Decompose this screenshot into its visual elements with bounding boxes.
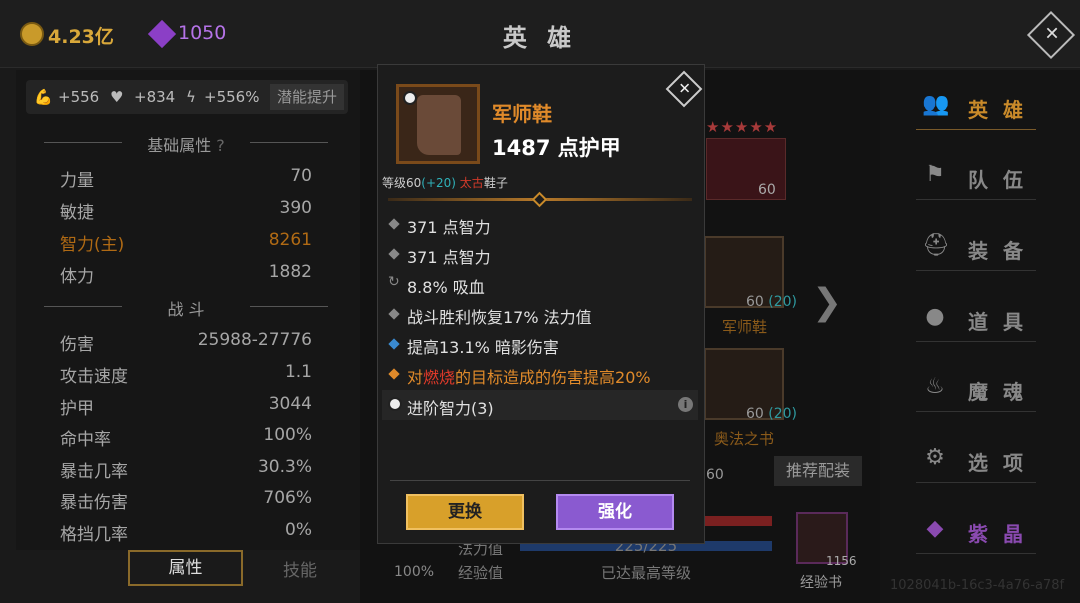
item-level-line: 等级60(+20) 太古鞋子: [382, 176, 508, 190]
stat-row: 力量 70: [60, 166, 312, 191]
help-icon[interactable]: ?: [216, 136, 225, 155]
item-main-stat: 1487 点护甲: [492, 136, 621, 160]
slot-name: 军师鞋: [722, 318, 768, 336]
advanced-attr-row[interactable]: 进阶智力(3) i: [382, 390, 698, 420]
recommend-gear-button[interactable]: 推荐配装: [774, 456, 862, 486]
health-boost: +834: [134, 88, 176, 106]
fire-icon: ♨: [925, 374, 945, 399]
exp-book-count: 1156: [826, 554, 857, 568]
exp-value: 已达最高等级: [600, 564, 691, 582]
slot-level: 60 (20): [746, 294, 798, 310]
stat-row: 命中率 100%: [60, 425, 312, 450]
item-attr-special: 对燃烧的目标造成的伤害提高20%: [388, 364, 698, 392]
item-icon: [396, 84, 480, 164]
exp-label: 经验值: [458, 564, 504, 582]
nav-items[interactable]: ● 道 具: [916, 294, 1036, 342]
lightning-icon: ϟ: [186, 88, 196, 106]
nav-soul[interactable]: ♨ 魔 魂: [916, 364, 1036, 412]
stat-row: 护甲 3044: [60, 394, 312, 419]
replace-button[interactable]: 更换: [406, 494, 524, 530]
item-attr-blue: 提高13.1% 暗影伤害: [388, 334, 698, 362]
tab-skills[interactable]: 技能: [270, 556, 330, 581]
basic-attributes-header: 基础属性 ?: [44, 132, 328, 156]
bag-icon: ●: [925, 304, 945, 329]
person-icon: 👥: [922, 92, 950, 117]
stat-row: 伤害 25988-27776: [60, 330, 312, 355]
stat-row: 格挡几率 0%: [60, 520, 312, 545]
strength-boost: +556: [58, 88, 100, 106]
yin-yang-icon: [403, 91, 417, 105]
item-name: 军师鞋: [492, 102, 552, 126]
stat-row: 敏捷 390: [60, 198, 312, 223]
nav-equipment[interactable]: ⛑ 装 备: [916, 223, 1036, 271]
nav-crystal[interactable]: ◆ 紫 晶: [916, 506, 1036, 554]
close-icon: ✕: [1044, 23, 1060, 45]
chevron-right-icon[interactable]: ❯: [812, 282, 842, 323]
stat-row: 暴击几率 30.3%: [60, 457, 312, 482]
flag-icon: ⚑: [925, 162, 945, 187]
item-attr: 371 点智力: [388, 214, 698, 242]
divider: [390, 480, 690, 481]
gear-icon: ⚙: [925, 445, 945, 470]
stat-row: 攻击速度 1.1: [60, 362, 312, 387]
item-attr: 371 点智力: [388, 244, 698, 272]
game-screen: 4.23亿 1050 英 雄 ✕ 💪 +556 ♥ +834 ϟ +556% 潜…: [0, 0, 1080, 603]
stat-row-primary: 智力(主) 8261: [60, 230, 312, 255]
close-icon: ✕: [678, 79, 691, 98]
yin-yang-icon: [388, 397, 402, 411]
hero-level: 60: [758, 182, 776, 198]
session-id: 1028041b-16c3-4a76-a78f: [890, 578, 1065, 593]
exp-book-name: 经验书: [800, 575, 842, 591]
partial-number: 60: [706, 467, 724, 483]
boots-icon: [417, 95, 461, 155]
page-title: 英 雄: [502, 24, 578, 52]
nav-options[interactable]: ⚙ 选 项: [916, 435, 1036, 483]
slot-name: 奥法之书: [714, 430, 775, 448]
top-bar: 4.23亿 1050 英 雄 ✕: [0, 0, 1080, 68]
enhance-button[interactable]: 强化: [556, 494, 674, 530]
hero-stars: ★★★★★: [706, 118, 779, 136]
slot-level: 60 (20): [746, 406, 798, 422]
nav-team[interactable]: ⚑ 队 伍: [916, 152, 1036, 200]
heart-icon: ♥: [110, 88, 124, 106]
stat-row: 暴击伤害 706%: [60, 488, 312, 513]
nav-hero[interactable]: 👥 英 雄: [916, 82, 1036, 130]
refresh-icon: ↻: [388, 274, 400, 290]
energy-boost: +556%: [204, 88, 260, 106]
potential-upgrade-button[interactable]: 潜能提升: [270, 84, 344, 110]
battle-header: 战 斗: [44, 296, 328, 320]
item-attr: 战斗胜利恢复17% 法力值: [388, 304, 698, 332]
info-icon[interactable]: i: [678, 397, 693, 412]
stat-row: 体力 1882: [60, 262, 312, 287]
helmet-icon: ⛑: [922, 233, 950, 258]
item-attr: ↻ 8.8% 吸血: [388, 274, 485, 297]
percent-value: 100%: [394, 564, 435, 580]
crystal-icon: ◆: [926, 516, 944, 541]
muscle-icon: 💪: [34, 88, 53, 106]
tab-attributes[interactable]: 属性: [128, 550, 243, 586]
